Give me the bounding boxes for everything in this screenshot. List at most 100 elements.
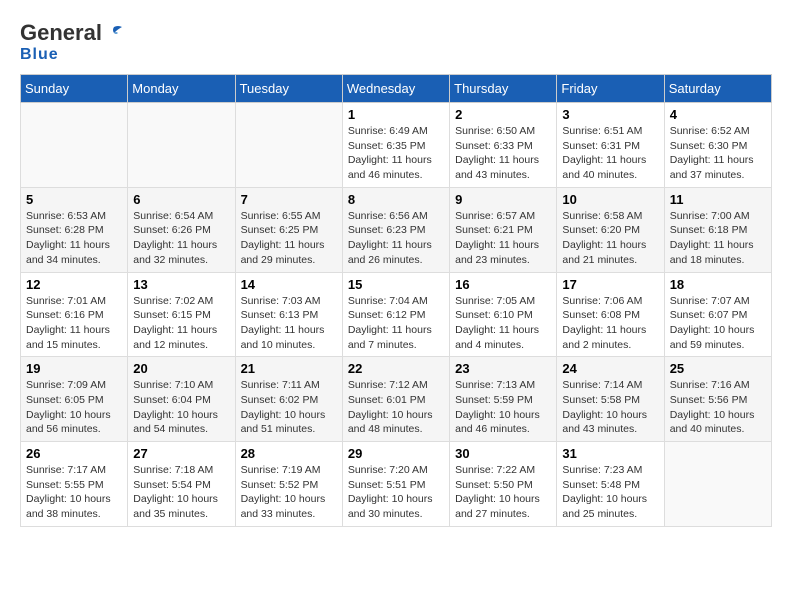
calendar-cell: 15Sunrise: 7:04 AM Sunset: 6:12 PM Dayli… [342,272,449,357]
day-info: Sunrise: 7:07 AM Sunset: 6:07 PM Dayligh… [670,294,766,353]
day-info: Sunrise: 6:50 AM Sunset: 6:33 PM Dayligh… [455,124,551,183]
calendar-cell: 19 Sunrise: 7:09 AM Sunset: 6:05 PM Dayli… [21,357,128,442]
day-number: 14 [241,277,337,292]
day-number: 26 [26,446,122,461]
week-row-1: 1Sunrise: 6:49 AM Sunset: 6:35 PM Daylig… [21,103,772,188]
week-row-3: 12Sunrise: 7:01 AM Sunset: 6:16 PM Dayli… [21,272,772,357]
day-info: Sunrise: 6:51 AM Sunset: 6:31 PM Dayligh… [562,124,658,183]
day-info: Sunrise: 6:57 AM Sunset: 6:21 PM Dayligh… [455,209,551,268]
calendar-table: SundayMondayTuesdayWednesdayThursdayFrid… [20,74,772,527]
calendar-cell: 31Sunrise: 7:23 AM Sunset: 5:48 PM Dayli… [557,442,664,527]
day-info: Sunrise: 7:11 AM Sunset: 6:02 PM Dayligh… [241,378,337,437]
logo-bird-icon [104,23,124,43]
calendar-cell: 7 Sunrise: 6:55 AM Sunset: 6:25 PM Daylig… [235,187,342,272]
day-number: 13 [133,277,229,292]
day-number: 24 [562,361,658,376]
day-info: Sunrise: 7:04 AM Sunset: 6:12 PM Dayligh… [348,294,444,353]
day-info: Sunrise: 6:56 AM Sunset: 6:23 PM Dayligh… [348,209,444,268]
calendar-cell: 26 Sunrise: 7:17 AM Sunset: 5:55 PM Dayli… [21,442,128,527]
day-number: 9 [455,192,551,207]
day-number: 16 [455,277,551,292]
calendar-cell: 9 Sunrise: 6:57 AM Sunset: 6:21 PM Daylig… [450,187,557,272]
logo-blue: Blue [20,46,59,64]
calendar-cell: 2 Sunrise: 6:50 AM Sunset: 6:33 PM Daylig… [450,103,557,188]
day-header-sunday: Sunday [21,75,128,103]
day-number: 30 [455,446,551,461]
day-number: 5 [26,192,122,207]
day-number: 21 [241,361,337,376]
day-number: 11 [670,192,766,207]
calendar-cell: 8 Sunrise: 6:56 AM Sunset: 6:23 PM Daylig… [342,187,449,272]
day-info: Sunrise: 7:10 AM Sunset: 6:04 PM Dayligh… [133,378,229,437]
day-number: 8 [348,192,444,207]
day-info: Sunrise: 6:53 AM Sunset: 6:28 PM Dayligh… [26,209,122,268]
calendar-cell: 10 Sunrise: 6:58 AM Sunset: 6:20 PM Dayli… [557,187,664,272]
calendar-cell: 1Sunrise: 6:49 AM Sunset: 6:35 PM Daylig… [342,103,449,188]
logo-general: General [20,20,102,46]
calendar-cell [235,103,342,188]
day-info: Sunrise: 7:02 AM Sunset: 6:15 PM Dayligh… [133,294,229,353]
calendar-cell: 28 Sunrise: 7:19 AM Sunset: 5:52 PM Dayli… [235,442,342,527]
calendar-cell: 20 Sunrise: 7:10 AM Sunset: 6:04 PM Dayli… [128,357,235,442]
day-number: 25 [670,361,766,376]
day-number: 19 [26,361,122,376]
day-info: Sunrise: 7:12 AM Sunset: 6:01 PM Dayligh… [348,378,444,437]
day-number: 29 [348,446,444,461]
day-info: Sunrise: 6:58 AM Sunset: 6:20 PM Dayligh… [562,209,658,268]
day-info: Sunrise: 7:13 AM Sunset: 5:59 PM Dayligh… [455,378,551,437]
calendar-cell: 16 Sunrise: 7:05 AM Sunset: 6:10 PM Dayli… [450,272,557,357]
day-header-friday: Friday [557,75,664,103]
calendar-cell: 4 Sunrise: 6:52 AM Sunset: 6:30 PM Daylig… [664,103,771,188]
day-number: 22 [348,361,444,376]
calendar-cell: 29Sunrise: 7:20 AM Sunset: 5:51 PM Dayli… [342,442,449,527]
day-number: 6 [133,192,229,207]
day-info: Sunrise: 6:54 AM Sunset: 6:26 PM Dayligh… [133,209,229,268]
day-number: 3 [562,107,658,122]
week-row-4: 19 Sunrise: 7:09 AM Sunset: 6:05 PM Dayli… [21,357,772,442]
calendar-cell: 13 Sunrise: 7:02 AM Sunset: 6:15 PM Dayli… [128,272,235,357]
day-number: 7 [241,192,337,207]
day-number: 2 [455,107,551,122]
day-number: 23 [455,361,551,376]
day-number: 28 [241,446,337,461]
day-info: Sunrise: 7:22 AM Sunset: 5:50 PM Dayligh… [455,463,551,522]
calendar-cell: 14 Sunrise: 7:03 AM Sunset: 6:13 PM Dayli… [235,272,342,357]
day-number: 10 [562,192,658,207]
day-info: Sunrise: 7:17 AM Sunset: 5:55 PM Dayligh… [26,463,122,522]
day-number: 17 [562,277,658,292]
calendar-cell: 23 Sunrise: 7:13 AM Sunset: 5:59 PM Dayli… [450,357,557,442]
calendar-cell [664,442,771,527]
day-info: Sunrise: 6:52 AM Sunset: 6:30 PM Dayligh… [670,124,766,183]
week-row-5: 26 Sunrise: 7:17 AM Sunset: 5:55 PM Dayli… [21,442,772,527]
calendar-cell: 27 Sunrise: 7:18 AM Sunset: 5:54 PM Dayli… [128,442,235,527]
day-number: 31 [562,446,658,461]
calendar-cell: 30 Sunrise: 7:22 AM Sunset: 5:50 PM Dayli… [450,442,557,527]
calendar-cell: 21 Sunrise: 7:11 AM Sunset: 6:02 PM Dayli… [235,357,342,442]
calendar-cell: 25Sunrise: 7:16 AM Sunset: 5:56 PM Dayli… [664,357,771,442]
day-info: Sunrise: 7:05 AM Sunset: 6:10 PM Dayligh… [455,294,551,353]
day-header-saturday: Saturday [664,75,771,103]
day-header-thursday: Thursday [450,75,557,103]
day-number: 12 [26,277,122,292]
day-info: Sunrise: 6:55 AM Sunset: 6:25 PM Dayligh… [241,209,337,268]
calendar-cell: 18Sunrise: 7:07 AM Sunset: 6:07 PM Dayli… [664,272,771,357]
calendar-cell: 24Sunrise: 7:14 AM Sunset: 5:58 PM Dayli… [557,357,664,442]
day-number: 4 [670,107,766,122]
calendar-cell: 3 Sunrise: 6:51 AM Sunset: 6:31 PM Daylig… [557,103,664,188]
calendar-cell: 5 Sunrise: 6:53 AM Sunset: 6:28 PM Daylig… [21,187,128,272]
calendar-cell: 6 Sunrise: 6:54 AM Sunset: 6:26 PM Daylig… [128,187,235,272]
calendar-cell [21,103,128,188]
day-number: 20 [133,361,229,376]
page-header: General Blue [20,20,772,64]
day-info: Sunrise: 7:19 AM Sunset: 5:52 PM Dayligh… [241,463,337,522]
day-info: Sunrise: 7:03 AM Sunset: 6:13 PM Dayligh… [241,294,337,353]
calendar-cell [128,103,235,188]
day-header-tuesday: Tuesday [235,75,342,103]
day-info: Sunrise: 7:18 AM Sunset: 5:54 PM Dayligh… [133,463,229,522]
day-info: Sunrise: 7:09 AM Sunset: 6:05 PM Dayligh… [26,378,122,437]
day-number: 1 [348,107,444,122]
calendar-cell: 11Sunrise: 7:00 AM Sunset: 6:18 PM Dayli… [664,187,771,272]
day-header-monday: Monday [128,75,235,103]
day-number: 27 [133,446,229,461]
calendar-cell: 17Sunrise: 7:06 AM Sunset: 6:08 PM Dayli… [557,272,664,357]
